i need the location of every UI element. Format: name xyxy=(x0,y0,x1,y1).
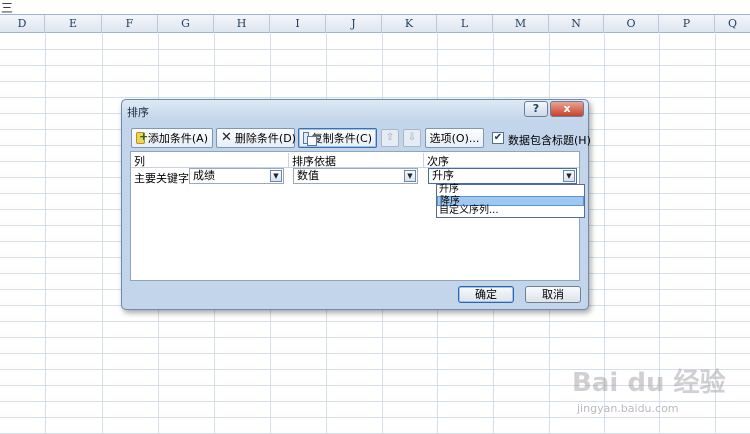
has-header-label[interactable]: 数据包含标题(H) xyxy=(508,132,591,148)
sort-dialog: 排序 ? x 添加条件(A) ✕ 删除条件(D) 复制条件(C) ⇧ ⇩ 选项(… xyxy=(121,99,591,310)
order-option[interactable]: 升序 xyxy=(437,185,584,196)
column-header-row: D E F G H I J K L M N O P Q xyxy=(0,14,750,33)
close-button[interactable]: x xyxy=(550,101,584,117)
dialog-titlebar[interactable]: 排序 ? x xyxy=(122,100,588,121)
sort-levels-panel: 列 排序依据 次序 主要关键字 成绩 ▼ 数值 ▼ 升序 ▼ 升序 降序 自定义… xyxy=(130,151,585,281)
column-select[interactable]: 成绩 ▼ xyxy=(189,168,284,184)
column-header[interactable]: N xyxy=(549,15,604,33)
dialog-title: 排序 xyxy=(127,106,149,119)
ok-button[interactable]: 确定 xyxy=(458,286,514,303)
column-header[interactable]: M xyxy=(493,15,549,33)
chevron-down-icon[interactable]: ▼ xyxy=(563,170,575,182)
column-select-value: 成绩 xyxy=(193,169,215,182)
add-level-button[interactable]: 添加条件(A) xyxy=(131,128,213,148)
column-header[interactable]: J xyxy=(326,15,382,33)
has-header-checkbox[interactable]: ✔ xyxy=(492,132,504,144)
order-dropdown-list: 升序 降序 自定义序列... xyxy=(436,184,585,218)
column-header[interactable]: G xyxy=(158,15,214,33)
add-condition-icon xyxy=(136,130,148,144)
copy-level-label: 复制条件(C) xyxy=(311,132,372,145)
delete-level-label: 删除条件(D) xyxy=(234,132,296,145)
order-heading: 次序 xyxy=(427,155,449,168)
order-select[interactable]: 升序 ▼ xyxy=(428,168,577,184)
column-heading: 列 xyxy=(131,153,289,168)
grid-line xyxy=(102,34,103,434)
order-select-value: 升序 xyxy=(432,169,454,182)
move-down-button[interactable]: ⇩ xyxy=(403,129,421,147)
sort-on-select[interactable]: 数值 ▼ xyxy=(293,168,418,184)
options-label: 选项(O)... xyxy=(429,132,480,145)
sort-by-label: 主要关键字 xyxy=(134,172,189,185)
column-header[interactable]: F xyxy=(102,15,158,33)
sort-on-heading: 排序依据 xyxy=(289,153,424,168)
copy-level-button[interactable]: 复制条件(C) xyxy=(298,128,377,148)
column-header[interactable]: P xyxy=(659,15,715,33)
copy-icon xyxy=(303,132,317,146)
column-header[interactable]: I xyxy=(270,15,326,33)
column-header[interactable]: Q xyxy=(715,15,750,33)
arrow-down-icon: ⇩ xyxy=(407,132,417,143)
help-button[interactable]: ? xyxy=(524,101,548,117)
arrow-up-icon: ⇧ xyxy=(385,132,395,143)
options-button[interactable]: 选项(O)... xyxy=(425,128,484,148)
column-header[interactable]: E xyxy=(45,15,102,33)
column-header[interactable]: D xyxy=(0,15,45,33)
checkmark-icon: ✔ xyxy=(493,132,503,143)
formula-strip: 三 xyxy=(0,0,750,15)
chevron-down-icon[interactable]: ▼ xyxy=(404,170,416,182)
move-up-button[interactable]: ⇧ xyxy=(381,129,399,147)
cancel-button[interactable]: 取消 xyxy=(525,286,581,303)
column-header[interactable]: O xyxy=(604,15,659,33)
watermark-logo: Bai du 经验 xyxy=(572,368,726,398)
grid-line xyxy=(45,34,46,434)
column-header[interactable]: H xyxy=(214,15,270,33)
add-level-label: 添加条件(A) xyxy=(147,132,208,145)
column-header[interactable]: L xyxy=(437,15,493,33)
delete-level-button[interactable]: ✕ 删除条件(D) xyxy=(216,128,296,148)
delete-x-icon: ✕ xyxy=(221,130,232,145)
order-option[interactable]: 自定义序列... xyxy=(437,206,584,217)
watermark-url: jingyan.baidu.com xyxy=(577,402,679,415)
sort-on-select-value: 数值 xyxy=(297,169,319,182)
column-header[interactable]: K xyxy=(382,15,437,33)
chevron-down-icon[interactable]: ▼ xyxy=(270,170,282,182)
